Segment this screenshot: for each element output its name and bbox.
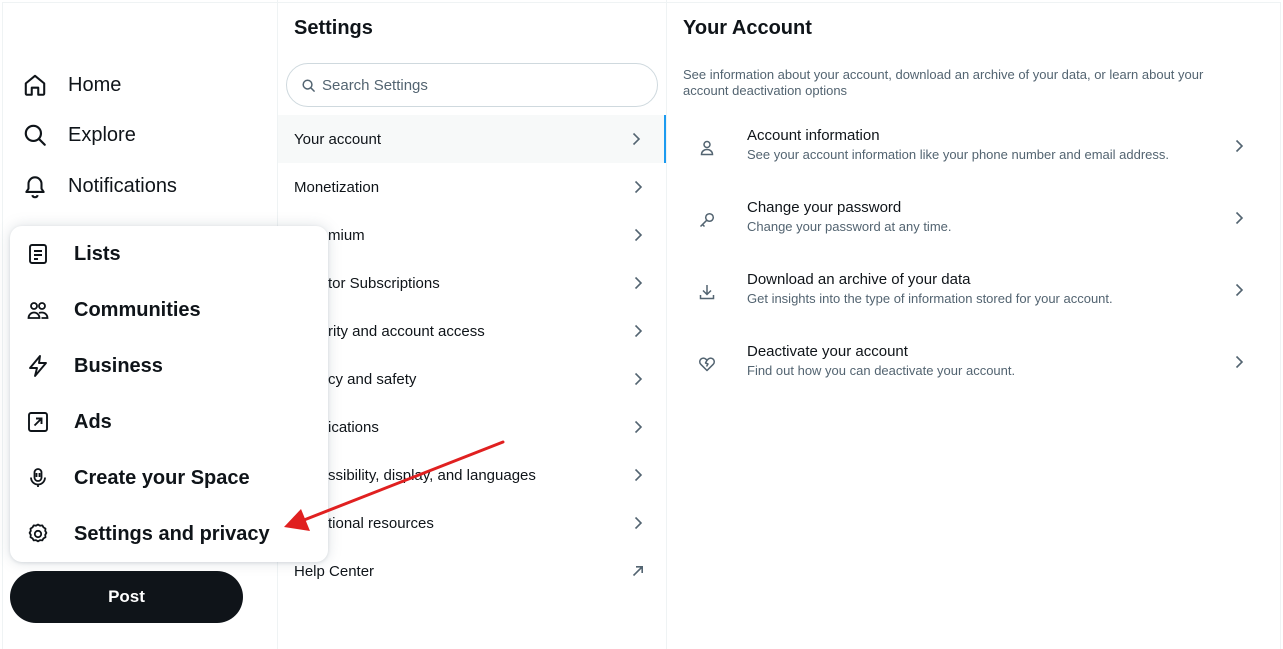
menu-item-lists-label: Lists [74,242,121,265]
settings-item-privacy-safety[interactable]: cy and safety [278,355,666,403]
settings-item-label: mium [328,226,365,244]
row-title: Change your password [747,199,902,216]
chevron-right-icon [1235,139,1244,153]
account-description: See information about your account, down… [683,67,1204,98]
settings-item-security-account-access[interactable]: rity and account access [278,307,666,355]
menu-item-settings-privacy[interactable]: Settings and privacy [10,506,328,562]
menu-item-create-space-label: Create your Space [74,466,250,489]
settings-item-monetization[interactable]: Monetization [278,163,666,211]
settings-item-label: ications [328,418,379,436]
menu-item-lists[interactable]: Lists [10,226,328,282]
chevron-right-icon [634,180,643,194]
nav-home[interactable]: Home [22,65,121,105]
menu-item-communities[interactable]: Communities [10,282,328,338]
chevron-right-icon [1235,211,1244,225]
account-row-change-password[interactable]: Change your password Change your passwor… [667,188,1281,260]
home-icon [24,74,46,96]
search-icon [302,78,315,92]
search-settings-input[interactable] [322,76,622,94]
settings-item-label: ssibility, display, and languages [328,466,536,484]
nav-explore-label: Explore [68,123,136,146]
settings-item-notifications[interactable]: ications [278,403,666,451]
chevron-right-icon [634,420,643,434]
settings-column: Settings Your account Monetization mium … [278,0,666,649]
more-menu-popup: Lists Communities Business Ads Create yo… [10,226,328,562]
communities-icon [27,302,49,319]
chevron-right-icon [634,228,643,242]
nav-notifications[interactable]: Notifications [22,166,177,206]
row-subtitle: Find out how you can deactivate your acc… [747,363,1016,378]
row-title: Deactivate your account [747,343,908,360]
chevron-right-icon [634,516,643,530]
account-row-download-archive[interactable]: Download an archive of your data Get ins… [667,260,1281,332]
settings-item-label: tor Subscriptions [328,274,440,292]
settings-title: Settings [294,17,373,39]
chevron-right-icon [632,132,641,146]
menu-item-business[interactable]: Business [10,338,328,394]
row-subtitle: Get insights into the type of informatio… [747,291,1113,306]
row-subtitle: Change your password at any time. [747,219,952,234]
chevron-right-icon [634,372,643,386]
settings-item-help-center[interactable]: Help Center [278,547,666,595]
external-link-arrow-icon [632,566,643,577]
row-title: Download an archive of your data [747,271,971,288]
menu-item-settings-privacy-label: Settings and privacy [74,522,270,545]
settings-item-your-account[interactable]: Your account [278,115,666,163]
your-account-panel: Your Account See information about your … [667,0,1281,649]
gear-icon [28,523,48,543]
menu-item-ads[interactable]: Ads [10,394,328,450]
spaces-microphone-icon [30,468,46,487]
settings-item-label: tional resources [328,514,434,532]
chevron-right-icon [1235,283,1244,297]
search-icon [24,124,46,146]
account-row-deactivate[interactable]: Deactivate your account Find out how you… [667,332,1281,404]
broken-heart-icon [699,357,715,372]
row-subtitle: See your account information like your p… [747,147,1170,162]
settings-item-accessibility[interactable]: ssibility, display, and languages [278,451,666,499]
nav-home-label: Home [68,73,122,96]
settings-item-premium[interactable]: mium [278,211,666,259]
lightning-icon [29,355,47,377]
settings-item-label: Monetization [294,178,380,196]
menu-item-ads-label: Ads [74,410,112,433]
menu-item-create-space[interactable]: Create your Space [10,450,328,506]
list-icon [29,244,47,264]
ads-arrow-box-icon [28,412,48,432]
settings-item-label: cy and safety [328,370,417,388]
chevron-right-icon [634,276,643,290]
search-box[interactable] [286,63,658,107]
nav-notifications-label: Notifications [68,174,177,197]
settings-item-label: rity and account access [328,322,485,340]
account-title: Your Account [683,17,812,39]
chevron-right-icon [634,324,643,338]
row-title: Account information [747,127,880,144]
settings-item-label: Your account [294,130,382,148]
post-button[interactable]: Post [10,571,243,623]
settings-item-label: Help Center [294,562,375,580]
chevron-right-icon [634,468,643,482]
menu-item-business-label: Business [74,354,163,377]
menu-item-communities-label: Communities [74,298,201,321]
settings-item-additional-resources[interactable]: tional resources [278,499,666,547]
chevron-right-icon [1235,355,1244,369]
download-icon [699,285,715,300]
account-row-account-information[interactable]: Account information See your account inf… [667,116,1281,188]
person-icon [700,140,714,156]
key-icon [699,212,715,228]
nav-explore[interactable]: Explore [22,115,136,155]
settings-item-creator-subscriptions[interactable]: tor Subscriptions [278,259,666,307]
bell-icon [25,176,45,199]
